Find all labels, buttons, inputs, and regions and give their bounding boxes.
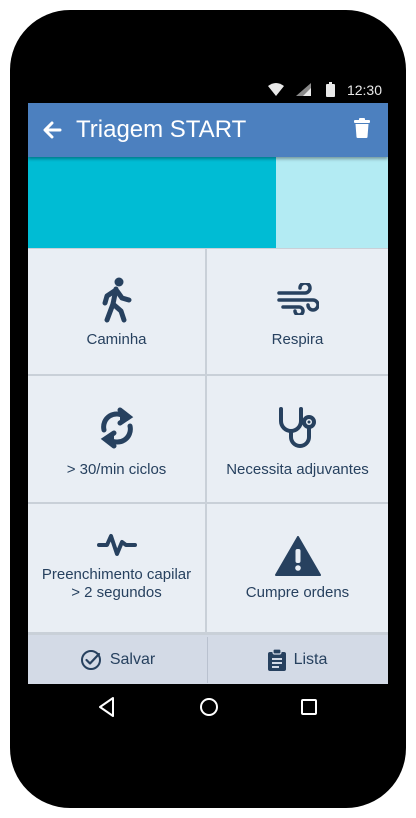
status-bar: 12:30 — [28, 76, 388, 103]
criterion-label: Respira — [271, 331, 324, 348]
android-nav-bar — [28, 684, 388, 732]
criterion-label: Preenchimento capilar — [41, 566, 192, 583]
nav-recents-icon[interactable] — [299, 696, 319, 723]
sync-icon — [28, 406, 205, 450]
criterion-preenchimento-capilar[interactable]: Preenchimento capilar > 2 segundos — [28, 504, 205, 632]
battery-icon — [326, 82, 335, 100]
criteria-grid: Caminha Respira > 30/min ciclos Necessit… — [28, 248, 388, 634]
arrow-left-icon[interactable] — [42, 120, 62, 145]
wifi-icon — [268, 83, 284, 99]
stethoscope-icon — [207, 406, 388, 452]
app-bar: Triagem START — [28, 103, 388, 157]
criterion-label: Caminha — [86, 331, 147, 348]
check-circle-icon — [80, 650, 101, 670]
save-button[interactable]: Salvar — [28, 635, 207, 684]
nav-home-icon[interactable] — [198, 696, 220, 723]
save-label: Salvar — [109, 651, 156, 668]
progress-fill — [28, 157, 276, 248]
list-label: Lista — [293, 651, 328, 668]
criterion-label: Cumpre ordens — [245, 584, 350, 601]
status-time: 12:30 — [346, 82, 382, 98]
signal-icon — [296, 83, 311, 99]
bottom-action-bar: Salvar Lista — [28, 634, 388, 684]
warning-icon — [207, 536, 388, 576]
criterion-respira[interactable]: Respira — [207, 249, 388, 374]
page-title: Triagem START — [76, 116, 247, 143]
criterion-adjuvantes[interactable]: Necessita adjuvantes — [207, 376, 388, 502]
triage-progress-bar — [28, 157, 388, 248]
trash-icon[interactable] — [354, 118, 370, 143]
pulse-icon — [28, 532, 205, 558]
criterion-label: Necessita adjuvantes — [226, 461, 369, 478]
walking-icon — [28, 277, 205, 323]
criterion-label: > 30/min ciclos — [66, 461, 167, 478]
app-screen: 12:30 Triagem START Caminha Respira > 30… — [28, 76, 388, 684]
nav-back-icon[interactable] — [98, 696, 116, 723]
criterion-cumpre-ordens[interactable]: Cumpre ordens — [207, 504, 388, 632]
clipboard-icon — [267, 649, 286, 671]
criterion-caminha[interactable]: Caminha — [28, 249, 205, 374]
criterion-ciclos[interactable]: > 30/min ciclos — [28, 376, 205, 502]
list-button[interactable]: Lista — [208, 635, 387, 684]
wind-icon — [207, 283, 388, 315]
criterion-label-secondary: > 2 segundos — [71, 584, 162, 601]
